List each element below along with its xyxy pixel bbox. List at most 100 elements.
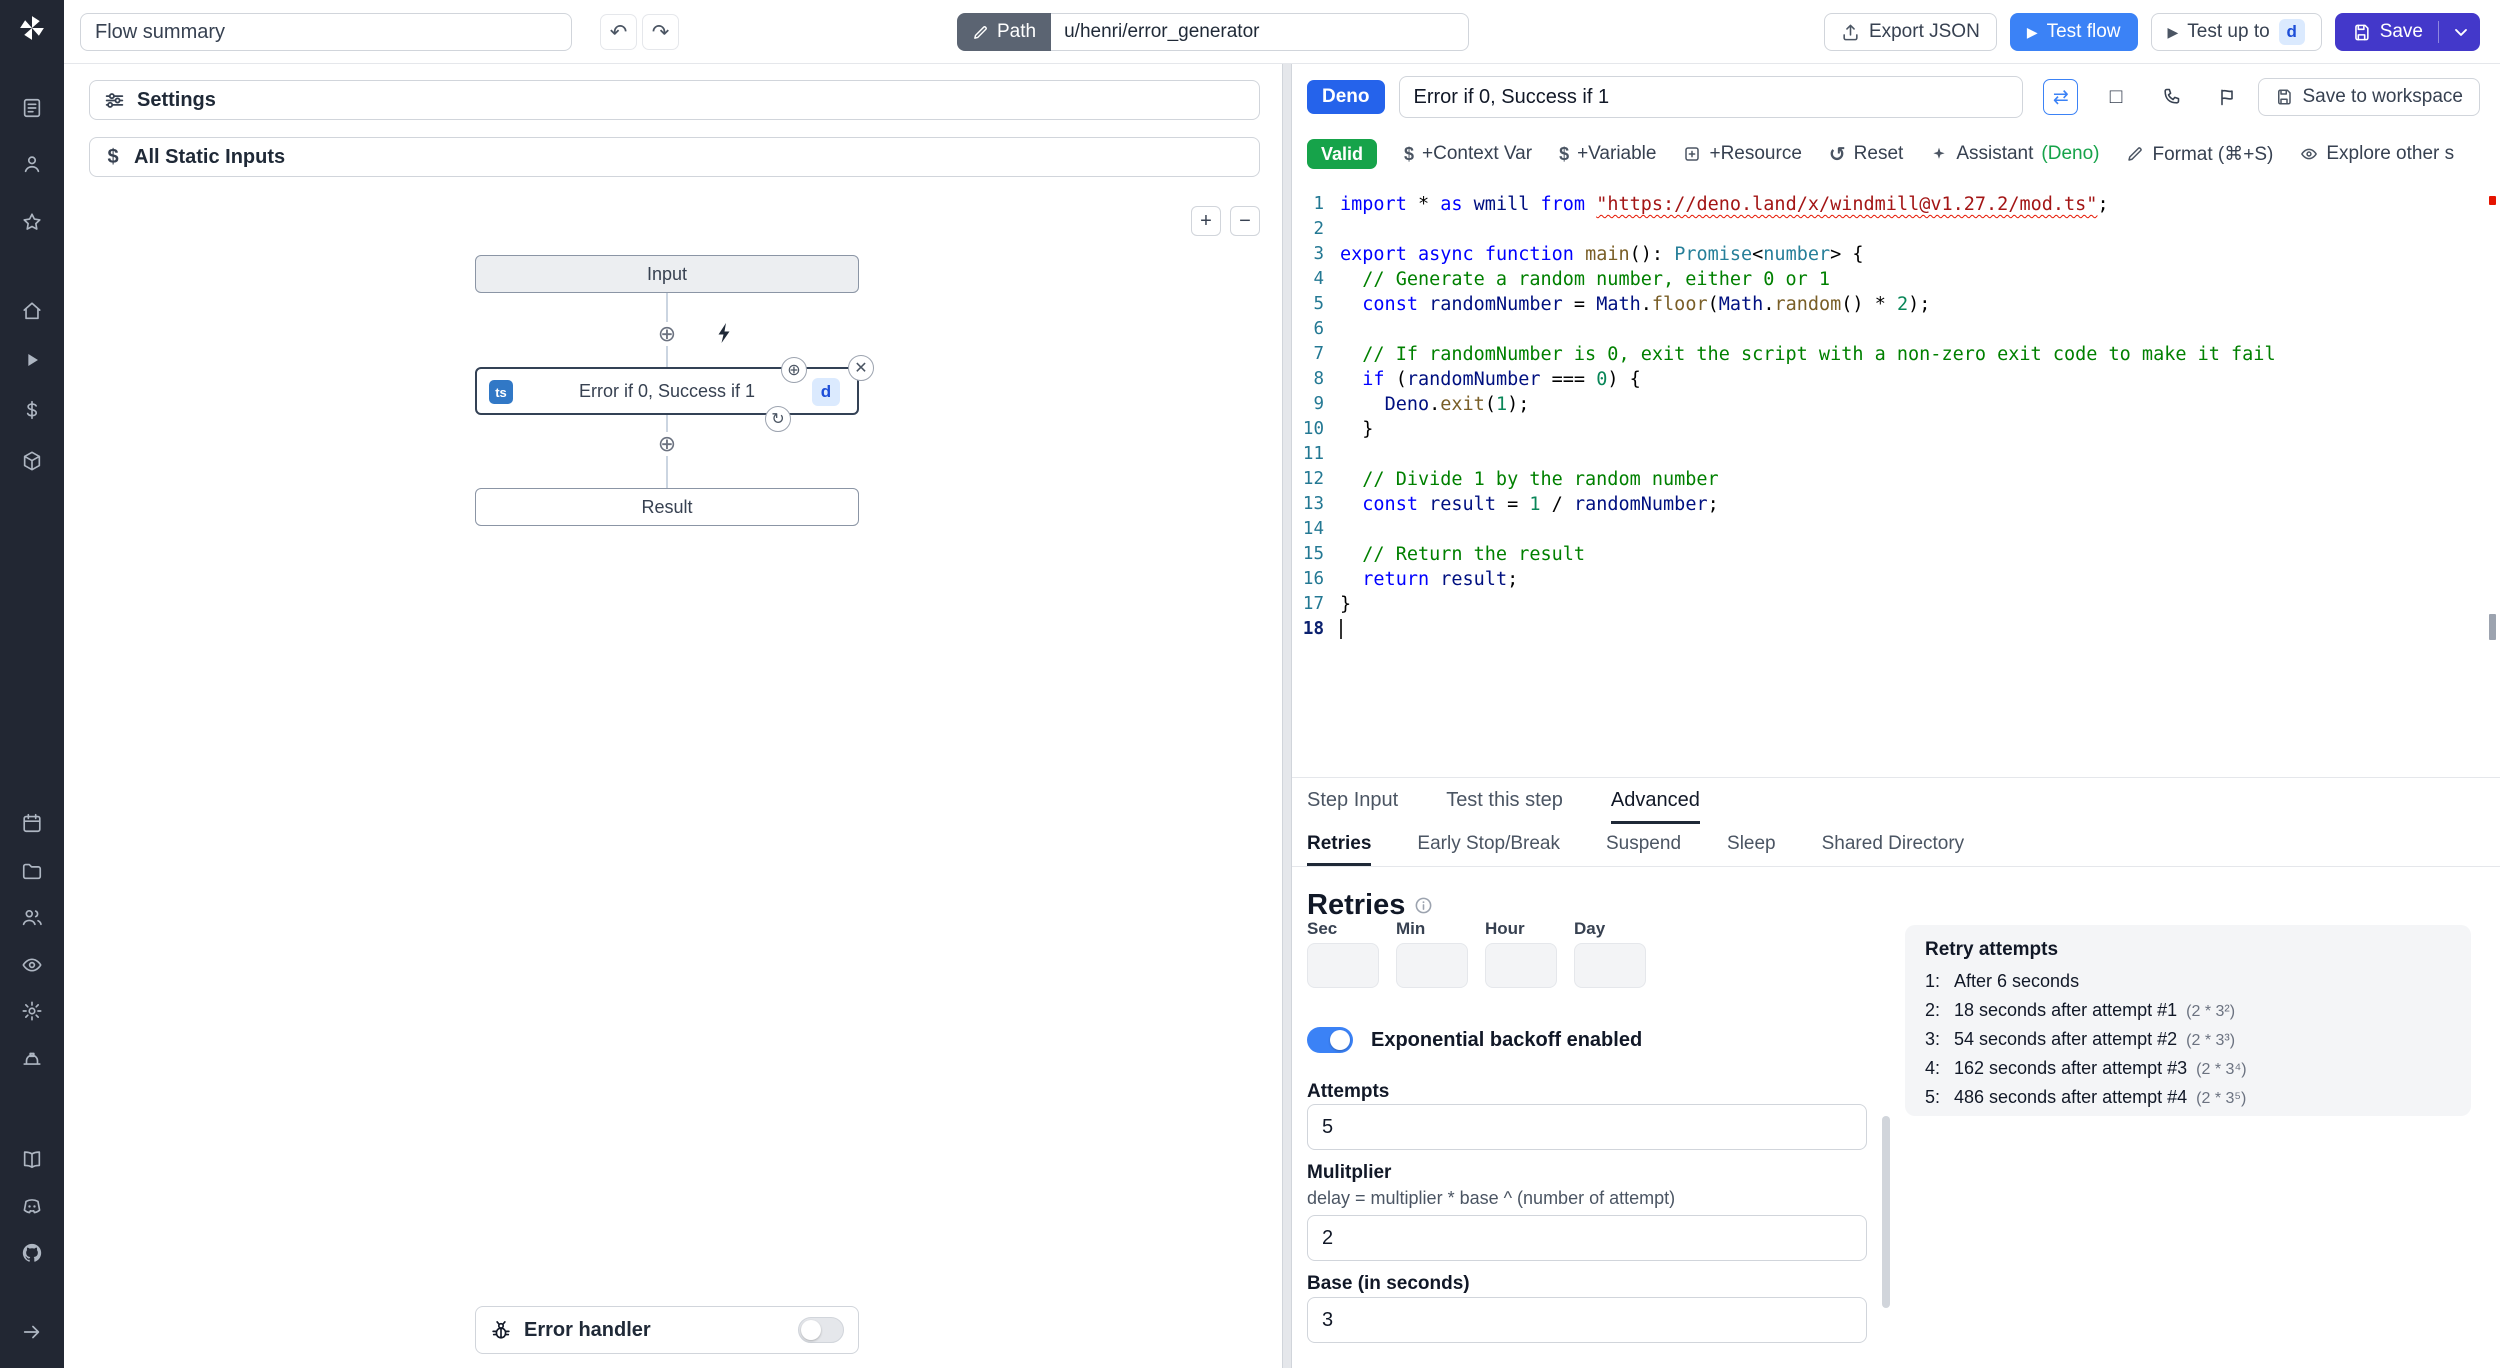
subtab-suspend[interactable]: Suspend: [1606, 825, 1681, 866]
code-line[interactable]: 13 const result = 1 / randomNumber;: [1292, 492, 2500, 517]
undo-button[interactable]: ↶: [600, 14, 637, 50]
retry-day-input[interactable]: [1574, 943, 1646, 988]
code-line[interactable]: 18: [1292, 617, 2500, 642]
dollar-icon: $: [107, 145, 119, 168]
code-line[interactable]: 16 return result;: [1292, 567, 2500, 592]
export-json-button[interactable]: Export JSON: [1823, 13, 1997, 51]
subtab-early-stop-break[interactable]: Early Stop/Break: [1417, 825, 1560, 866]
test-flow-button[interactable]: ▶ Test flow: [2009, 13, 2138, 51]
sidebar-star-icon[interactable]: [12, 202, 52, 242]
base-input[interactable]: [1307, 1297, 1867, 1343]
subtab-sleep[interactable]: Sleep: [1727, 825, 1776, 866]
scrollbar-thumb[interactable]: [1882, 1116, 1890, 1308]
bug-icon: [490, 1319, 512, 1341]
sidebar-discord-icon[interactable]: [12, 1186, 52, 1226]
code-line[interactable]: 4 // Generate a random number, either 0 …: [1292, 267, 2500, 292]
toolbar-assistant-button[interactable]: Assistant (Deno): [1930, 142, 2099, 167]
backoff-row: Exponential backoff enabled: [1307, 1027, 1642, 1053]
tab-step-input[interactable]: Step Input: [1307, 778, 1398, 824]
toolbar-reset-button[interactable]: ↺ Reset: [1829, 142, 1903, 167]
code-line[interactable]: 3 export async function main(): Promise<n…: [1292, 242, 2500, 267]
flag-icon[interactable]: [2209, 79, 2244, 115]
sidebar-book-icon[interactable]: [12, 1139, 52, 1179]
error-handler-toggle[interactable]: [798, 1317, 844, 1343]
backoff-label: Exponential backoff enabled: [1371, 1028, 1643, 1051]
language-badge[interactable]: Deno: [1307, 80, 1385, 114]
phone-icon[interactable]: [2154, 79, 2189, 115]
windmill-logo-icon[interactable]: [13, 9, 51, 47]
code-editor[interactable]: 1 import * as wmill from "https://deno.la…: [1292, 178, 2500, 777]
flow-result-node[interactable]: Result: [475, 488, 859, 526]
code-line[interactable]: 7 // If randomNumber is 0, exit the scri…: [1292, 342, 2500, 367]
code-line[interactable]: 5 const randomNumber = Math.floor(Math.r…: [1292, 292, 2500, 317]
code-line[interactable]: 6: [1292, 317, 2500, 342]
all-static-inputs-button[interactable]: $ All Static Inputs: [89, 137, 1260, 177]
code-line[interactable]: 9 Deno.exit(1);: [1292, 392, 2500, 417]
code-line[interactable]: 1 import * as wmill from "https://deno.la…: [1292, 192, 2500, 217]
code-line[interactable]: 17}: [1292, 592, 2500, 617]
trigger-bolt-icon[interactable]: [713, 321, 737, 345]
fullscreen-icon[interactable]: □: [2098, 79, 2133, 115]
sidebar-user-icon[interactable]: [12, 144, 52, 184]
save-to-workspace-button[interactable]: Save to workspace: [2258, 78, 2480, 116]
code-line[interactable]: 11: [1292, 442, 2500, 467]
swap-editor-icon[interactable]: ⇄: [2043, 79, 2079, 115]
sidebar-hard-hat-icon[interactable]: [12, 1039, 52, 1079]
delete-step-button[interactable]: ✕: [848, 355, 874, 381]
toolbar-format-s-button[interactable]: Format (⌘+S): [2126, 142, 2273, 167]
multiplier-input[interactable]: [1307, 1215, 1867, 1261]
save-button[interactable]: Save: [2334, 13, 2480, 51]
toolbar-resource-button[interactable]: +Resource: [1683, 142, 1802, 167]
retry-loop-icon[interactable]: ↻: [765, 406, 791, 432]
retry-sec-input[interactable]: [1307, 943, 1379, 988]
info-icon[interactable]: [1414, 896, 1433, 915]
sidebar-cube-icon[interactable]: [12, 441, 52, 481]
path-input[interactable]: [1051, 13, 1470, 51]
code-line[interactable]: 14: [1292, 517, 2500, 542]
toolbar-variable-button[interactable]: $ +Variable: [1559, 142, 1656, 167]
test-up-to-button[interactable]: ▶ Test up to d: [2150, 13, 2322, 51]
code-line[interactable]: 8 if (randomNumber === 0) {: [1292, 367, 2500, 392]
panel-resizer[interactable]: [1282, 64, 1292, 1368]
redo-button[interactable]: ↷: [642, 14, 679, 50]
line-number: 10: [1302, 419, 1324, 439]
sidebar-github-icon[interactable]: [12, 1233, 52, 1273]
zoom-in-button[interactable]: +: [1191, 206, 1221, 236]
sidebar-gear-icon[interactable]: [12, 991, 52, 1031]
sidebar-users-icon[interactable]: [12, 897, 52, 937]
step-title-input[interactable]: [1398, 76, 2024, 118]
flow-input-node[interactable]: Input: [475, 255, 859, 293]
code-line[interactable]: 12 // Divide 1 by the random number: [1292, 467, 2500, 492]
sidebar-home-icon[interactable]: [12, 291, 52, 331]
chevron-down-icon[interactable]: [2451, 22, 2471, 42]
toolbar-explore-other-s-button[interactable]: Explore other s: [2300, 142, 2454, 167]
tab-advanced[interactable]: Advanced: [1610, 778, 1700, 824]
subtab-shared-directory[interactable]: Shared Directory: [1822, 825, 1965, 866]
subtab-retries[interactable]: Retries: [1307, 825, 1372, 866]
zoom-out-button[interactable]: −: [1230, 206, 1260, 236]
tab-test-this-step[interactable]: Test this step: [1446, 778, 1563, 824]
sidebar-eye-icon[interactable]: [12, 945, 52, 985]
sidebar-calendar-icon[interactable]: [12, 803, 52, 843]
sidebar-arrow-right-icon[interactable]: [12, 1312, 52, 1352]
panel-tabs: Step Input Test this step Advanced: [1292, 777, 2500, 825]
retry-hour-input[interactable]: [1485, 943, 1557, 988]
exponential-backoff-toggle[interactable]: [1307, 1027, 1353, 1053]
sidebar-play-icon[interactable]: [12, 340, 52, 380]
add-branch-button[interactable]: ⊕: [781, 357, 807, 383]
retry-min-input[interactable]: [1396, 943, 1468, 988]
sidebar-dollar-icon[interactable]: [12, 390, 52, 430]
insert-step-button[interactable]: ⊕: [655, 322, 679, 346]
code-line[interactable]: 15 // Return the result: [1292, 542, 2500, 567]
error-handler-bar[interactable]: Error handler: [475, 1306, 859, 1354]
attempts-input[interactable]: [1307, 1104, 1867, 1150]
sidebar-document-icon[interactable]: [12, 88, 52, 128]
code-line[interactable]: 2: [1292, 217, 2500, 242]
flow-settings-button[interactable]: Settings: [89, 80, 1260, 120]
flow-summary-input[interactable]: [80, 13, 572, 51]
code-line[interactable]: 10 }: [1292, 417, 2500, 442]
toolbar-context-var-button[interactable]: $ +Context Var: [1404, 142, 1532, 167]
insert-step-button[interactable]: ⊕: [655, 432, 679, 456]
flow-step-node[interactable]: ts Error if 0, Success if 1 d ⊕ ✕ ↻: [475, 355, 874, 432]
sidebar-folder-icon[interactable]: [12, 851, 52, 891]
